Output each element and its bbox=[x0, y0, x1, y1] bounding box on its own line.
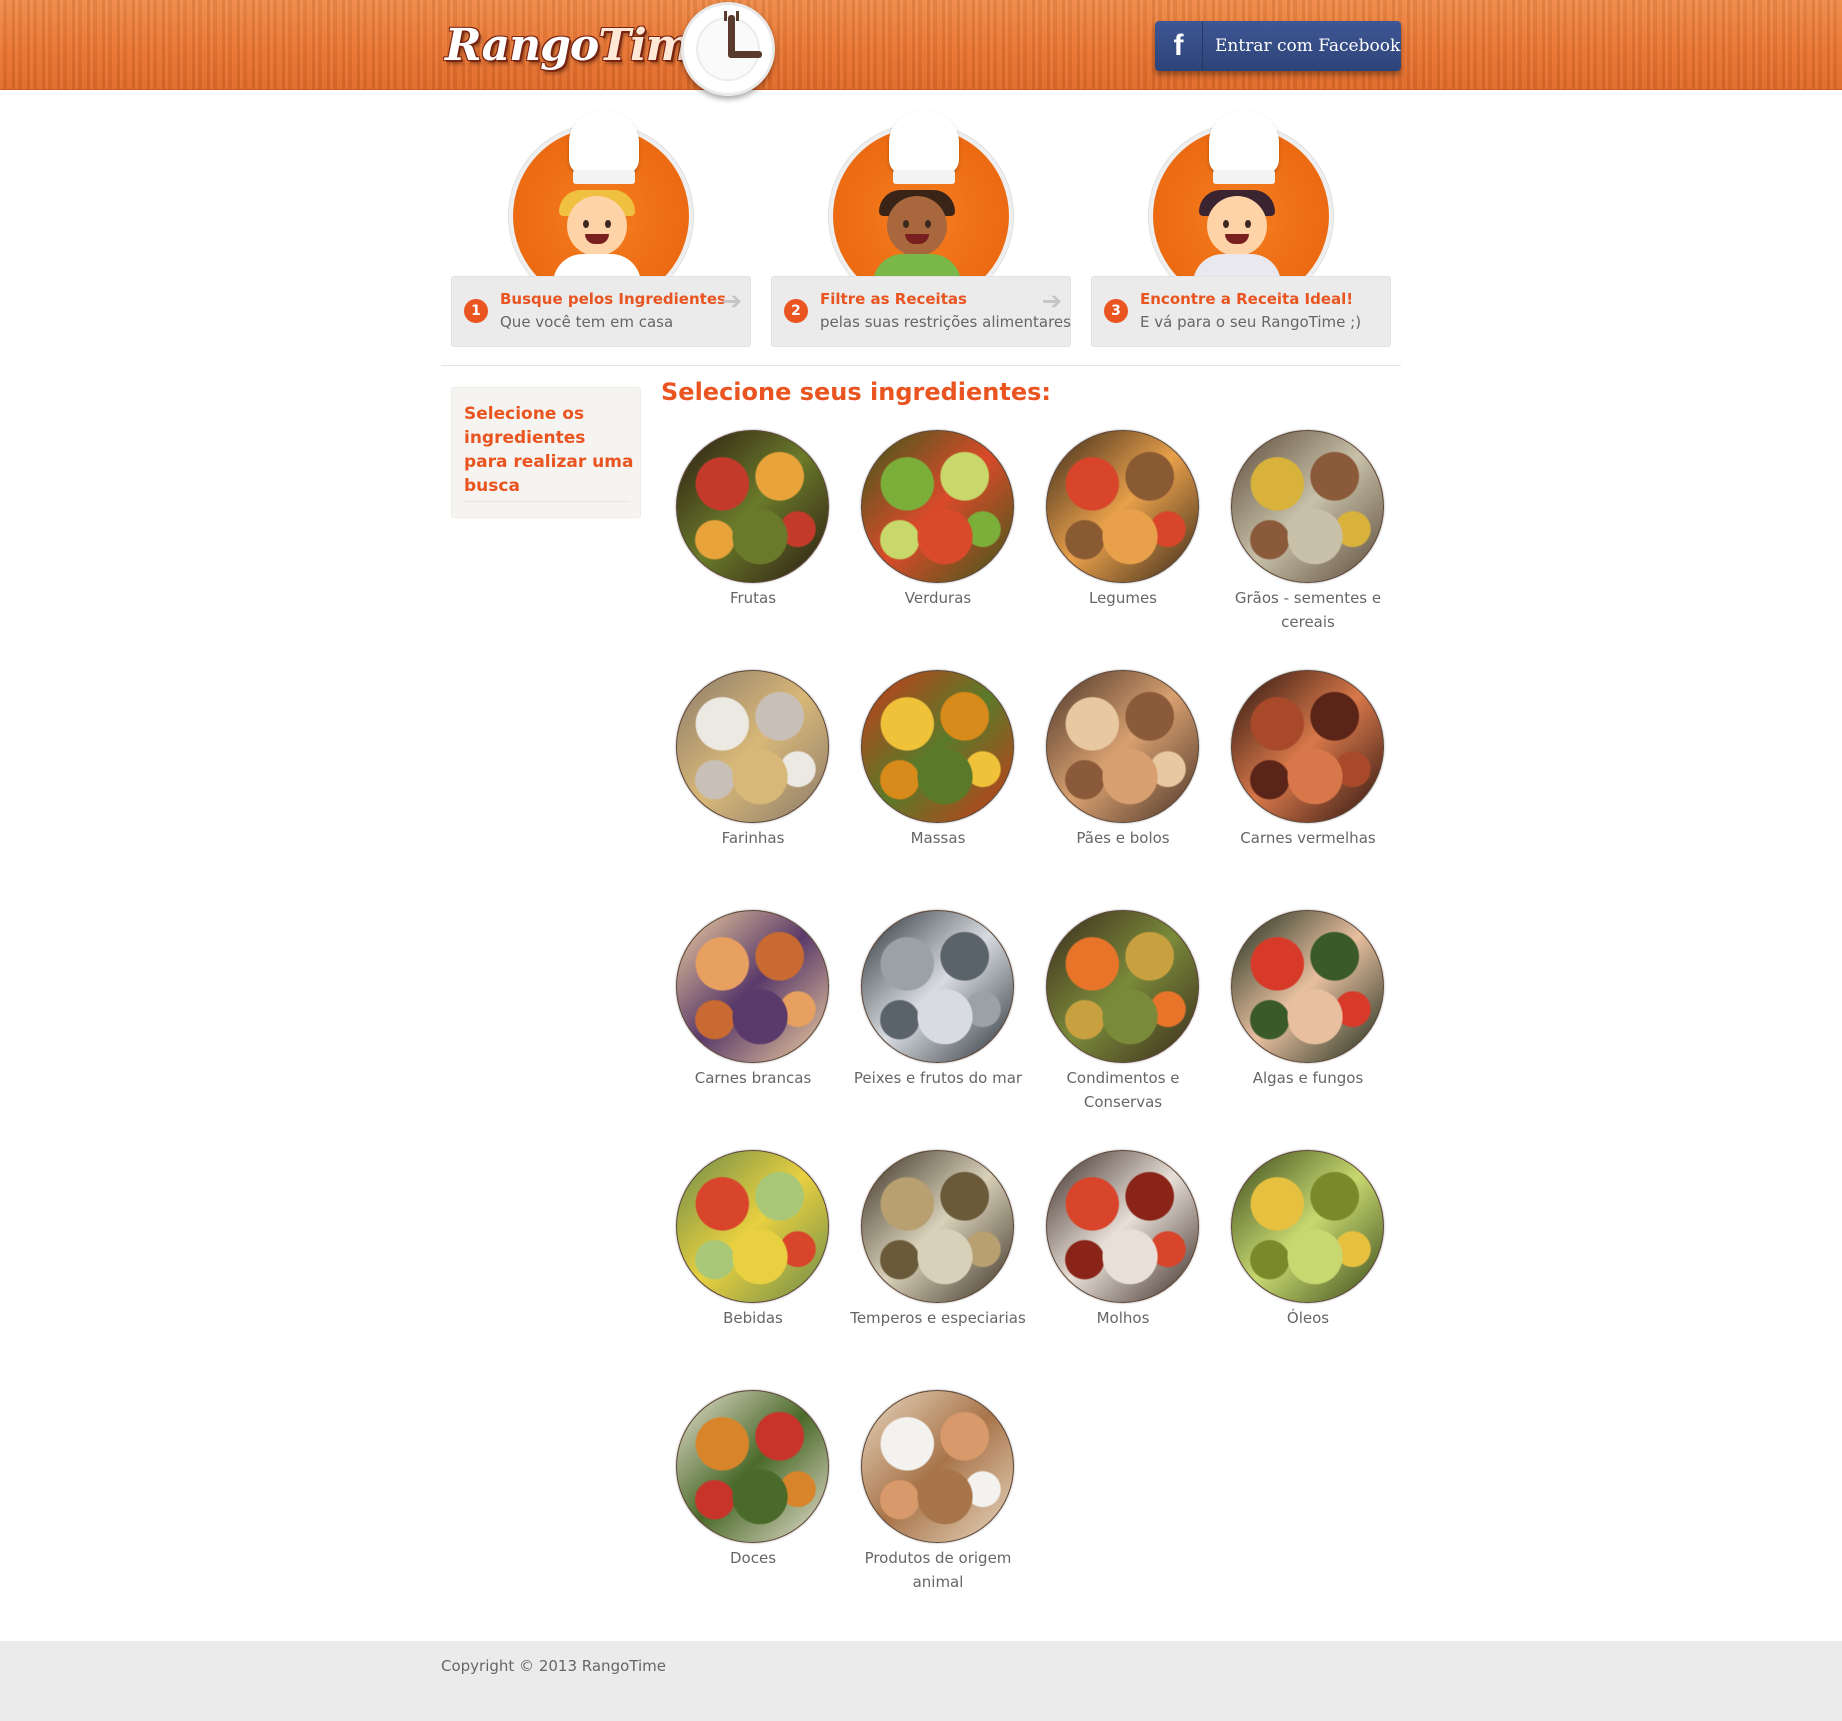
ingredient-category-label[interactable]: Doces bbox=[661, 1546, 845, 1570]
facebook-login-button[interactable]: f Entrar com Facebook bbox=[1155, 21, 1401, 71]
chef-hat-icon bbox=[889, 110, 959, 184]
ingredient-category-photo[interactable] bbox=[861, 1390, 1014, 1543]
logo-word-rango: Rango bbox=[445, 20, 599, 71]
ingredient-category-photo[interactable] bbox=[676, 910, 829, 1063]
step-number-badge: 3 bbox=[1104, 299, 1128, 323]
ingredient-category-photo[interactable] bbox=[861, 1150, 1014, 1303]
ingredient-category-tile[interactable]: Bebidas bbox=[661, 1150, 846, 1380]
ingredient-category-tile[interactable]: Temperos e especiarias bbox=[846, 1150, 1031, 1380]
section-divider bbox=[441, 365, 1401, 366]
ingredient-category-photo[interactable] bbox=[861, 670, 1014, 823]
ingredient-category-tile[interactable]: Pães e bolos bbox=[1031, 670, 1216, 900]
facebook-login-label: Entrar com Facebook bbox=[1215, 36, 1401, 56]
rangotime-logo[interactable]: RangoTime bbox=[441, 2, 781, 98]
step-3: 3 Encontre a Receita Ideal! E vá para o … bbox=[1091, 100, 1391, 347]
ingredient-category-photo[interactable] bbox=[1231, 1150, 1384, 1303]
ingredient-category-label[interactable]: Verduras bbox=[846, 586, 1030, 610]
step-1: 1 Busque pelos Ingredientes Que você tem… bbox=[451, 100, 751, 347]
ingredient-category-tile[interactable]: Verduras bbox=[846, 430, 1031, 660]
ingredient-category-photo[interactable] bbox=[1046, 1150, 1199, 1303]
ingredient-category-tile[interactable]: Doces bbox=[661, 1390, 846, 1620]
ingredient-category-tile[interactable]: Condimentos e Conservas bbox=[1031, 910, 1216, 1140]
ingredient-category-tile[interactable]: Legumes bbox=[1031, 430, 1216, 660]
ingredient-category-label[interactable]: Massas bbox=[846, 826, 1030, 850]
ingredient-category-photo[interactable] bbox=[861, 430, 1014, 583]
ingredient-category-photo[interactable] bbox=[676, 1150, 829, 1303]
ingredient-category-label[interactable]: Molhos bbox=[1031, 1306, 1215, 1330]
ingredient-category-label[interactable]: Carnes vermelhas bbox=[1216, 826, 1400, 850]
step-subtitle: Que você tem em casa bbox=[500, 313, 674, 331]
ingredient-category-tile[interactable]: Peixes e frutos do mar bbox=[846, 910, 1031, 1140]
ingredient-category-photo[interactable] bbox=[861, 910, 1014, 1063]
ingredient-category-photo[interactable] bbox=[1231, 430, 1384, 583]
ingredient-category-label[interactable]: Condimentos e Conservas bbox=[1031, 1066, 1215, 1114]
logo-wordmark: RangoTime bbox=[445, 20, 719, 71]
step-subtitle: pelas suas restrições alimentares bbox=[820, 313, 1071, 331]
ingredient-category-photo[interactable] bbox=[1046, 910, 1199, 1063]
step-card: 3 Encontre a Receita Ideal! E vá para o … bbox=[1091, 276, 1391, 347]
ingredient-category-label[interactable]: Temperos e especiarias bbox=[846, 1306, 1030, 1330]
step-number-badge: 2 bbox=[784, 299, 808, 323]
ingredient-category-label[interactable]: Pães e bolos bbox=[1031, 826, 1215, 850]
step-title: Encontre a Receita Ideal! bbox=[1140, 290, 1354, 308]
ingredient-category-label[interactable]: Frutas bbox=[661, 586, 845, 610]
ingredient-category-label[interactable]: Farinhas bbox=[661, 826, 845, 850]
ingredient-category-label[interactable]: Algas e fungos bbox=[1216, 1066, 1400, 1090]
ingredient-category-tile[interactable]: Frutas bbox=[661, 430, 846, 660]
ingredient-category-label[interactable]: Produtos de origem animal bbox=[846, 1546, 1030, 1594]
site-footer: Copyright © 2013 RangoTime bbox=[0, 1641, 1842, 1721]
ingredient-category-photo[interactable] bbox=[676, 670, 829, 823]
ingredient-category-tile[interactable]: Carnes brancas bbox=[661, 910, 846, 1140]
ingredient-category-photo[interactable] bbox=[676, 430, 829, 583]
ingredient-category-photo[interactable] bbox=[1231, 670, 1384, 823]
step-card: 1 Busque pelos Ingredientes Que você tem… bbox=[451, 276, 751, 347]
sidebar-divider bbox=[464, 501, 630, 502]
step-subtitle: E vá para o seu RangoTime ;) bbox=[1140, 313, 1362, 331]
clock-plate-icon bbox=[681, 2, 775, 96]
step-title: Busque pelos Ingredientes bbox=[500, 290, 726, 308]
ingredient-category-tile[interactable]: Algas e fungos bbox=[1216, 910, 1401, 1140]
ingredient-category-tile[interactable]: Massas bbox=[846, 670, 1031, 900]
ingredient-category-label[interactable]: Bebidas bbox=[661, 1306, 845, 1330]
ingredient-category-label[interactable]: Peixes e frutos do mar bbox=[846, 1066, 1030, 1090]
site-header: RangoTime f Entrar com Facebook bbox=[0, 0, 1842, 96]
ingredient-category-label[interactable]: Carnes brancas bbox=[661, 1066, 845, 1090]
step-2: 2 Filtre as Receitas pelas suas restriçõ… bbox=[771, 100, 1071, 347]
ingredient-category-label[interactable]: Grãos - sementes e cereais bbox=[1216, 586, 1400, 634]
ingredient-category-label[interactable]: Óleos bbox=[1216, 1306, 1400, 1330]
ingredient-category-tile[interactable]: Molhos bbox=[1031, 1150, 1216, 1380]
ingredient-category-label[interactable]: Legumes bbox=[1031, 586, 1215, 610]
step-number-badge: 1 bbox=[464, 299, 488, 323]
ingredient-category-tile[interactable]: Grãos - sementes e cereais bbox=[1216, 430, 1401, 660]
ingredient-category-tile[interactable]: Carnes vermelhas bbox=[1216, 670, 1401, 900]
ingredient-category-photo[interactable] bbox=[1231, 910, 1384, 1063]
step-title: Filtre as Receitas bbox=[820, 290, 967, 308]
ingredient-category-photo[interactable] bbox=[676, 1390, 829, 1543]
empty-selection-message: Selecione os ingredientes para realizar … bbox=[464, 404, 634, 496]
arrow-right-icon: ➔ bbox=[1041, 287, 1062, 315]
ingredient-category-photo[interactable] bbox=[1046, 670, 1199, 823]
chef-hat-icon bbox=[569, 110, 639, 184]
page-title: Selecione seus ingredientes: bbox=[661, 378, 1052, 406]
ingredient-category-tile[interactable]: Óleos bbox=[1216, 1150, 1401, 1380]
selected-ingredients-panel: Selecione os ingredientes para realizar … bbox=[451, 387, 641, 518]
step-card: 2 Filtre as Receitas pelas suas restriçõ… bbox=[771, 276, 1071, 347]
ingredient-category-photo[interactable] bbox=[1046, 430, 1199, 583]
ingredient-category-tile[interactable]: Produtos de origem animal bbox=[846, 1390, 1031, 1620]
copyright-text: Copyright © 2013 RangoTime bbox=[441, 1657, 666, 1675]
ingredient-category-tile[interactable]: Farinhas bbox=[661, 670, 846, 900]
arrow-right-icon: ➔ bbox=[721, 287, 742, 315]
facebook-icon: f bbox=[1155, 21, 1203, 71]
chef-hat-icon bbox=[1209, 110, 1279, 184]
